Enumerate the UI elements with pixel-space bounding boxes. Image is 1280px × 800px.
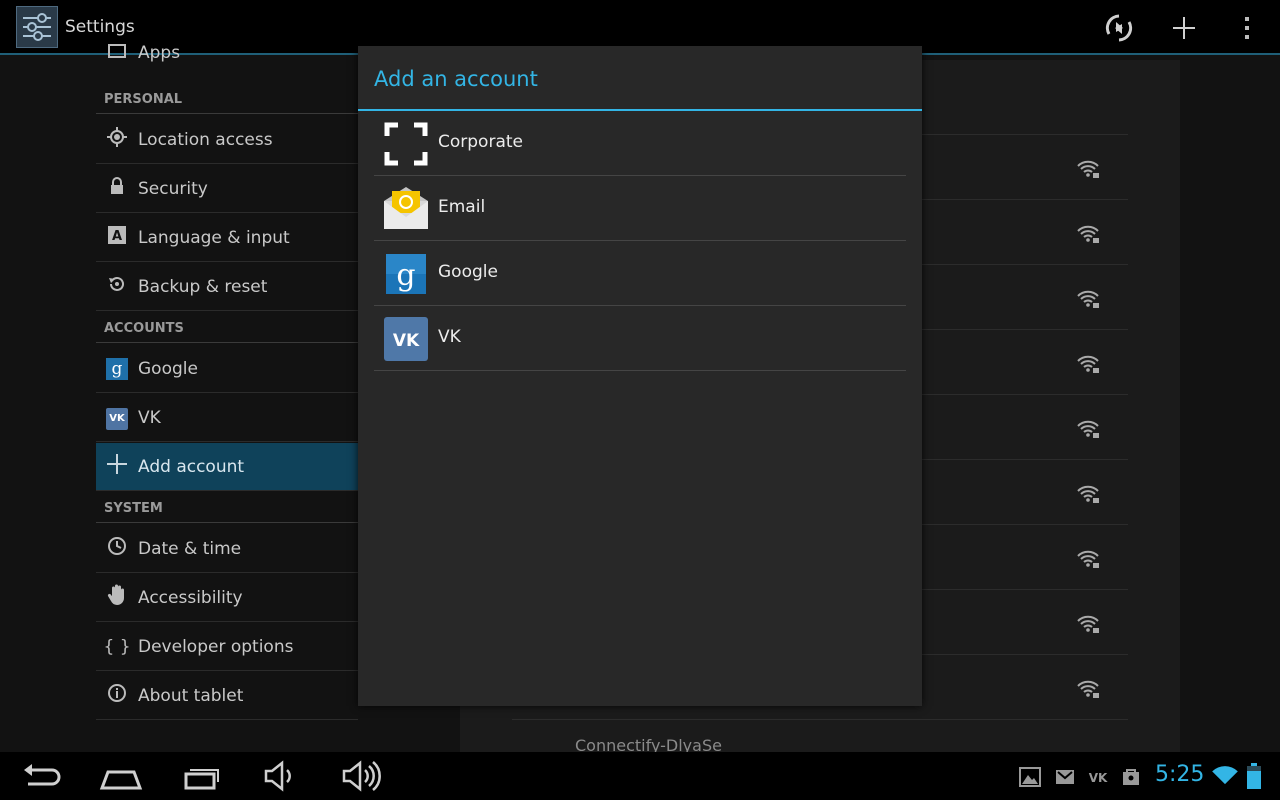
wifi-lock-icon bbox=[1077, 290, 1099, 308]
sidebar-item-label: Accessibility bbox=[138, 587, 243, 608]
sidebar-item-backup-reset[interactable]: Backup & reset bbox=[96, 263, 358, 311]
account-option-label: VK bbox=[438, 327, 461, 347]
sidebar-item-language-input[interactable]: A Language & input bbox=[96, 214, 358, 262]
volume-down-icon[interactable] bbox=[256, 758, 306, 794]
wifi-lock-icon bbox=[1077, 615, 1099, 633]
lock-icon bbox=[96, 177, 138, 200]
settings-app-icon[interactable] bbox=[16, 6, 58, 48]
sidebar-item-vk[interactable]: VK VK bbox=[96, 394, 358, 442]
svg-text:A: A bbox=[112, 229, 122, 244]
sync-icon[interactable] bbox=[1102, 12, 1136, 44]
section-divider bbox=[96, 522, 358, 523]
section-divider bbox=[96, 113, 358, 114]
svg-text:VK: VK bbox=[393, 331, 420, 351]
google-icon: g bbox=[96, 357, 138, 380]
vk-icon[interactable]: VK bbox=[1087, 766, 1109, 788]
sidebar-item-label: Apps bbox=[138, 43, 181, 63]
sidebar-item-security[interactable]: Security bbox=[96, 165, 358, 213]
sidebar-item-label: Google bbox=[138, 358, 198, 379]
vk-icon: VK bbox=[96, 406, 138, 430]
section-header-personal: PERSONAL bbox=[104, 92, 183, 107]
language-icon: A bbox=[96, 226, 138, 249]
back-icon[interactable] bbox=[16, 758, 66, 794]
gallery-icon[interactable] bbox=[1019, 766, 1041, 788]
svg-text:g: g bbox=[396, 258, 415, 293]
apps-icon bbox=[96, 43, 138, 63]
system-bar: VK 5:25 bbox=[0, 752, 1280, 800]
wifi-lock-icon bbox=[1077, 550, 1099, 568]
wifi-lock-icon bbox=[1077, 485, 1099, 503]
wifi-lock-icon bbox=[1077, 355, 1099, 373]
sidebar-item-date-time[interactable]: Date & time bbox=[96, 525, 358, 573]
add-icon[interactable] bbox=[1167, 12, 1201, 44]
sidebar-item-label: Add account bbox=[138, 456, 245, 477]
account-option-label: Email bbox=[438, 197, 486, 217]
gmail-icon[interactable] bbox=[1054, 766, 1076, 788]
google-icon: g bbox=[386, 254, 426, 294]
sidebar-item-google[interactable]: g Google bbox=[96, 345, 358, 393]
recent-apps-icon[interactable] bbox=[176, 758, 226, 794]
volume-up-icon[interactable] bbox=[336, 758, 386, 794]
email-icon bbox=[384, 187, 428, 229]
section-header-system: SYSTEM bbox=[104, 501, 163, 516]
sidebar-item-apps[interactable]: Apps bbox=[96, 31, 358, 65]
corporate-icon bbox=[384, 122, 428, 166]
account-option-label: Corporate bbox=[438, 132, 523, 152]
sidebar-item-location-access[interactable]: Location access bbox=[96, 116, 358, 164]
wifi-lock-icon bbox=[1077, 680, 1099, 698]
section-header-accounts: ACCOUNTS bbox=[104, 321, 184, 336]
sidebar-item-label: Developer options bbox=[138, 636, 294, 657]
section-divider bbox=[96, 342, 358, 343]
plus-icon bbox=[96, 453, 138, 480]
sidebar-item-accessibility[interactable]: Accessibility bbox=[96, 574, 358, 622]
sidebar-item-label: Language & input bbox=[138, 227, 290, 248]
account-option-vk[interactable]: VK VK bbox=[374, 306, 906, 371]
overflow-menu-icon[interactable] bbox=[1232, 12, 1262, 44]
wifi-signal-icon bbox=[1212, 766, 1238, 785]
backup-icon bbox=[96, 274, 138, 299]
info-icon bbox=[96, 683, 138, 708]
hand-icon bbox=[96, 584, 138, 611]
sidebar-item-label: Date & time bbox=[138, 538, 242, 559]
sidebar-item-about-tablet[interactable]: About tablet bbox=[96, 672, 358, 720]
wifi-lock-icon bbox=[1077, 420, 1099, 438]
sidebar-item-label: About tablet bbox=[138, 685, 244, 706]
account-option-corporate[interactable]: Corporate bbox=[374, 111, 906, 176]
status-clock: 5:25 bbox=[1155, 762, 1205, 787]
sidebar-item-label: Backup & reset bbox=[138, 276, 268, 297]
battery-icon bbox=[1247, 763, 1261, 789]
wifi-lock-icon bbox=[1077, 225, 1099, 243]
sidebar-item-label: Location access bbox=[138, 129, 273, 150]
sidebar-item-add-account[interactable]: Add account bbox=[96, 443, 358, 491]
clock-icon bbox=[96, 536, 138, 561]
store-icon[interactable] bbox=[1120, 766, 1142, 788]
braces-icon: { } bbox=[103, 636, 131, 657]
sidebar-item-label: Security bbox=[138, 178, 208, 199]
account-option-label: Google bbox=[438, 262, 498, 282]
svg-text:VK: VK bbox=[1089, 771, 1108, 785]
settings-headers-list: Apps PERSONAL Location access Security A… bbox=[96, 43, 358, 752]
add-account-dialog: Add an account Corporate Email g Google … bbox=[358, 46, 922, 706]
vk-icon: VK bbox=[384, 317, 428, 361]
sidebar-item-label: VK bbox=[138, 407, 161, 428]
wifi-lock-icon bbox=[1077, 160, 1099, 178]
account-option-google[interactable]: g Google bbox=[374, 241, 906, 306]
location-icon bbox=[96, 127, 138, 152]
sidebar-item-developer-options[interactable]: { } Developer options bbox=[96, 623, 358, 671]
home-icon[interactable] bbox=[96, 758, 146, 794]
account-option-email[interactable]: Email bbox=[374, 176, 906, 241]
dialog-title: Add an account bbox=[374, 67, 538, 91]
